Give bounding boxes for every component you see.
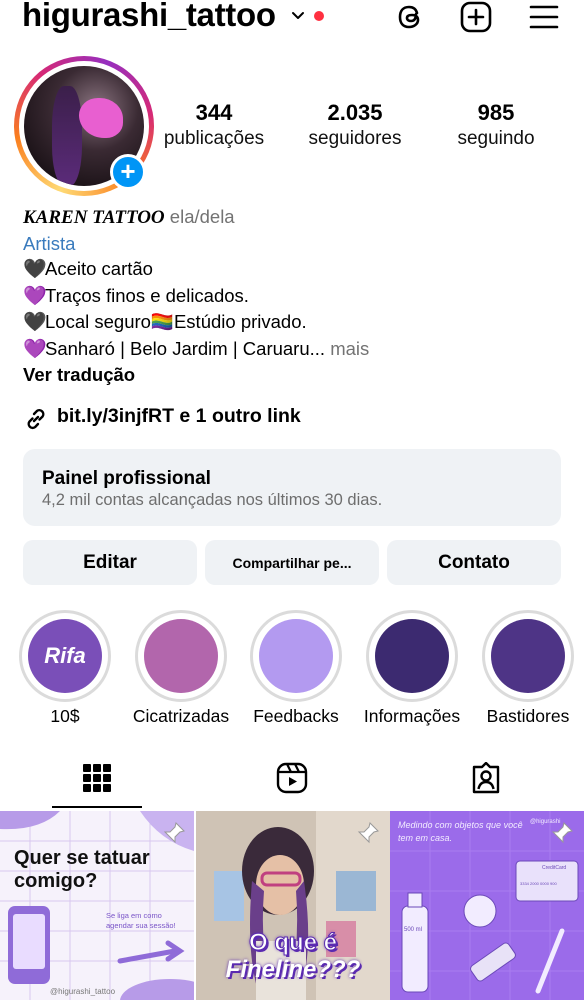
black-heart-icon: 🖤 (23, 259, 47, 280)
highlight-cover (491, 619, 565, 693)
posts-count[interactable]: 344 publicações (156, 100, 272, 152)
bio-line: 🖤Local seguro🏳️‍🌈Estúdio privado. (23, 309, 563, 336)
top-bar: higurashi_tattoo (0, 0, 584, 38)
followers-count-value: 2.035 (327, 100, 383, 125)
card-number: 3334 2000 0000 900 (520, 881, 557, 886)
grid-icon[interactable] (81, 762, 113, 794)
bio-line: 🖤Aceito cartão (23, 256, 563, 283)
post-title-top: O que é (248, 929, 338, 957)
post-handle: @higurashi_tattoo (50, 987, 116, 996)
highlight-informacoes[interactable]: Informações (364, 610, 460, 727)
category-label: Artista (23, 232, 76, 254)
post-tile[interactable]: Medindo com objetos que você tem em casa… (390, 811, 584, 1000)
posts-count-label: publicações (163, 128, 265, 149)
new-post-icon[interactable] (459, 0, 493, 34)
reels-icon[interactable] (276, 762, 308, 794)
highlight-label: Feedbacks (253, 706, 339, 726)
highlight-cover (259, 619, 333, 693)
contact-button[interactable]: Contato (387, 540, 561, 585)
share-profile-button[interactable]: Compartilhar pe... (205, 540, 379, 585)
post-tile[interactable]: Quer se tatuar comigo? Se liga em como a… (0, 811, 194, 1000)
pin-icon (551, 822, 573, 844)
following-count[interactable]: 985 seguindo (444, 100, 548, 152)
post-tile[interactable]: O que é Fineline??? (196, 811, 390, 1000)
highlight-bastidores[interactable]: Bastidores (482, 610, 574, 727)
tagged-icon[interactable] (470, 762, 502, 794)
bio-link-text: bit.ly/3injfRT e 1 outro link (57, 405, 301, 427)
highlight-cover (144, 619, 218, 693)
purple-heart-icon: 💜 (23, 285, 47, 307)
add-story-button[interactable]: + (110, 154, 146, 190)
professional-dashboard-title: Painel profissional (42, 468, 211, 489)
active-tab-indicator (52, 806, 142, 808)
pronouns: ela/dela (169, 206, 235, 227)
professional-dashboard[interactable]: Painel profissional 4,2 mil contas alcan… (23, 449, 561, 526)
chevron-down-icon[interactable] (290, 8, 306, 24)
post-title: Medindo com objetos que você tem em casa… (398, 820, 523, 843)
following-count-label: seguindo (457, 128, 535, 149)
more-link[interactable]: mais (330, 338, 369, 359)
pin-icon (163, 822, 185, 844)
followers-count-label: seguidores (308, 128, 402, 149)
post-title: Quer se tatuar comigo? (14, 847, 150, 892)
translate-link[interactable]: Ver tradução (23, 362, 563, 388)
highlight-cover (375, 619, 449, 693)
purple-heart-icon: 💜 (23, 338, 47, 360)
notification-dot (314, 11, 324, 21)
professional-dashboard-subtitle: 4,2 mil contas alcançadas nos últimos 30… (42, 491, 383, 509)
bio-line: 💜Traços finos e delicados. (23, 283, 563, 310)
highlight-feedbacks[interactable]: Feedbacks (250, 610, 342, 727)
highlight-label: Bastidores (486, 706, 570, 726)
threads-icon[interactable] (393, 0, 427, 34)
post-subtitle: Se liga em como agendar sua sessão! (106, 911, 176, 930)
followers-count[interactable]: 2.035 seguidores (296, 100, 414, 152)
posts-count-value: 344 (195, 100, 233, 125)
pin-icon (357, 822, 379, 844)
bottle-label: 500 ml (404, 927, 423, 933)
following-count-value: 985 (477, 100, 515, 125)
black-heart-icon: 🖤 (23, 312, 47, 333)
menu-icon[interactable] (527, 0, 561, 34)
highlight-label: Informações (363, 706, 461, 726)
bio-line: 💜Sanharó | Belo Jardim | Caruaru... mais (23, 336, 563, 363)
highlight-cover-text: Rifa (44, 643, 86, 668)
profile-username[interactable]: higurashi_tattoo (22, 0, 276, 34)
highlight-label: Cicatrizadas (132, 706, 230, 726)
highlight-label: 10$ (50, 706, 80, 726)
highlight-cover: Rifa (28, 619, 102, 693)
profile-bio: KAREN TATTOO ela/dela Artista 🖤Aceito ca… (23, 204, 563, 388)
profile-tabs (0, 757, 584, 809)
highlight-rifa[interactable]: Rifa 10$ (19, 610, 111, 727)
post-title-bottom: Fineline??? (225, 956, 361, 983)
display-name: KAREN TATTOO (23, 207, 165, 228)
card-label: CreditCard (542, 865, 567, 871)
link-icon (27, 409, 45, 430)
highlight-cicatrizadas[interactable]: Cicatrizadas (133, 610, 229, 727)
edit-profile-button[interactable]: Editar (23, 540, 197, 585)
